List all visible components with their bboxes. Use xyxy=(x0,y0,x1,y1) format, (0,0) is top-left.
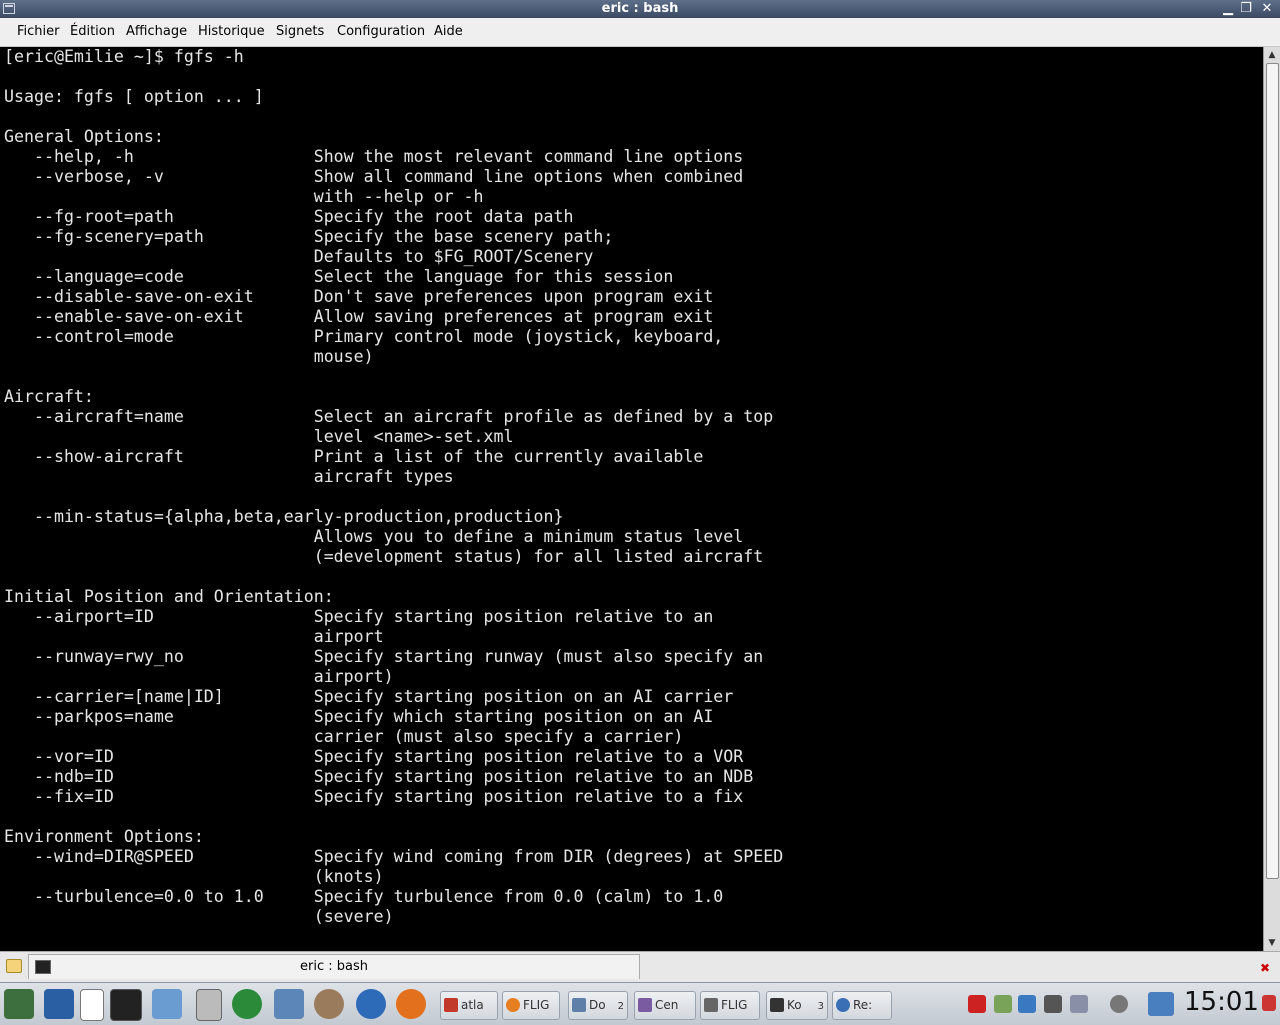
scroll-down-icon[interactable]: ▼ xyxy=(1264,936,1280,950)
close-tab-icon[interactable]: ✖ xyxy=(1260,961,1270,975)
task-label: Re: xyxy=(853,998,873,1012)
task-ko[interactable]: Ko 3 xyxy=(766,991,828,1020)
mail-icon xyxy=(836,998,850,1012)
network-icon[interactable] xyxy=(1018,995,1036,1013)
task-re[interactable]: Re: xyxy=(832,991,892,1020)
kde-menu-icon[interactable] xyxy=(4,989,34,1019)
vertical-scrollbar[interactable]: ▲ ▼ xyxy=(1263,47,1280,951)
menu-affichage[interactable]: Affichage xyxy=(126,24,187,39)
clipboard-icon[interactable] xyxy=(994,995,1012,1013)
terminal-text[interactable]: [eric@Emilie ~]$ fgfs -h Usage: fgfs [ o… xyxy=(4,47,783,927)
firefox-icon xyxy=(506,998,520,1012)
scrollbar-thumb[interactable] xyxy=(1266,63,1279,879)
task-label: FLIG xyxy=(523,998,550,1012)
task-count: 3 xyxy=(817,1001,824,1012)
task-atla[interactable]: atla xyxy=(440,991,498,1020)
calculator-icon[interactable] xyxy=(196,989,222,1021)
menu-aide[interactable]: Aide xyxy=(434,24,463,39)
task-label: atla xyxy=(461,998,484,1012)
users-icon[interactable] xyxy=(314,989,344,1019)
task-cen[interactable]: Cen xyxy=(634,991,696,1020)
konsole-icon[interactable] xyxy=(110,989,142,1021)
task-flig-plane[interactable]: FLIG xyxy=(700,991,760,1020)
konsole-icon xyxy=(770,998,784,1012)
task-flig-firefox[interactable]: FLIG xyxy=(502,991,560,1020)
volume-icon[interactable] xyxy=(1044,995,1062,1013)
menu-configuration[interactable]: Configuration xyxy=(337,24,425,39)
display-icon[interactable] xyxy=(1070,995,1088,1013)
terminal-output[interactable]: [eric@Emilie ~]$ fgfs -h Usage: fgfs [ o… xyxy=(0,47,1263,951)
task-label: FLIG xyxy=(721,998,748,1012)
desktop-icon[interactable] xyxy=(44,989,74,1019)
menu-fichier[interactable]: Fichier xyxy=(17,24,60,39)
task-do[interactable]: Do 2 xyxy=(568,991,628,1020)
maximize-icon[interactable]: ❐ xyxy=(1238,1,1254,17)
new-tab-icon[interactable] xyxy=(6,959,22,973)
tab-eric-bash[interactable]: eric : bash xyxy=(28,954,640,979)
logout-icon[interactable] xyxy=(1262,995,1276,1011)
menu-edition[interactable]: Édition xyxy=(70,24,115,39)
taskbar: atla FLIG Do 2 Cen FLIG Ko 3 Re: 15:01 xyxy=(0,982,1280,1025)
pdf-icon xyxy=(444,998,458,1012)
desktop-pager-icon[interactable] xyxy=(1148,992,1174,1016)
menu-bar: Fichier Édition Affichage Historique Sig… xyxy=(0,18,1280,47)
minimize-icon[interactable]: ▁ xyxy=(1220,1,1236,17)
task-label: Ko xyxy=(787,998,802,1012)
info-icon[interactable] xyxy=(1110,995,1128,1013)
file-manager-icon[interactable] xyxy=(152,989,182,1019)
amd-icon[interactable] xyxy=(968,995,986,1013)
plane-icon xyxy=(704,998,718,1012)
task-count: 2 xyxy=(617,1001,624,1012)
scroll-up-icon[interactable]: ▲ xyxy=(1264,48,1280,62)
session-tab-bar: eric : bash ✖ xyxy=(0,951,1280,983)
task-label: Cen xyxy=(655,998,679,1012)
window-title-bar[interactable]: eric : bash ▁ ❐ ✕ xyxy=(0,0,1280,18)
file-cabinet-icon[interactable] xyxy=(274,989,304,1019)
window-title: eric : bash xyxy=(601,1,679,16)
tab-label: eric : bash xyxy=(300,959,368,974)
firefox-icon[interactable] xyxy=(396,989,426,1019)
menu-historique[interactable]: Historique xyxy=(198,24,265,39)
clock[interactable]: 15:01 xyxy=(1184,987,1259,1017)
control-center-icon xyxy=(638,998,652,1012)
document-icon xyxy=(572,998,586,1012)
menu-signets[interactable]: Signets xyxy=(276,24,324,39)
task-label: Do xyxy=(589,998,606,1012)
close-icon[interactable]: ✕ xyxy=(1259,1,1275,17)
document-icon[interactable] xyxy=(80,989,104,1021)
globe-icon[interactable] xyxy=(356,989,386,1019)
grisbi-icon[interactable] xyxy=(232,989,262,1019)
